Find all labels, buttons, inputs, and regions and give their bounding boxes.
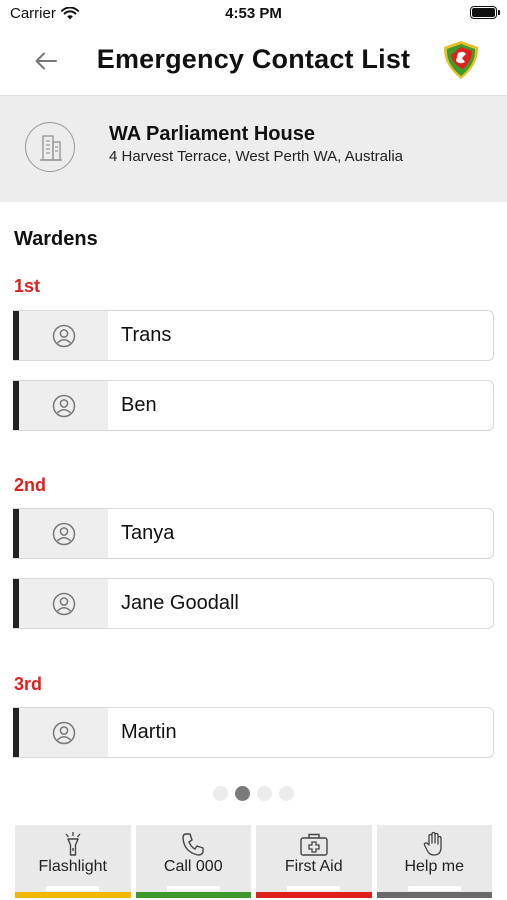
- person-icon: [52, 721, 75, 744]
- contact-card[interactable]: Trans: [13, 310, 494, 361]
- avatar: [19, 381, 108, 430]
- building-name: WA Parliament House: [109, 123, 315, 145]
- page-dot[interactable]: [213, 786, 228, 801]
- person-icon: [52, 522, 75, 545]
- page-dot-active[interactable]: [235, 786, 250, 801]
- battery-icon: [470, 6, 500, 19]
- call-000-stripe: [135, 892, 251, 898]
- person-icon: [52, 394, 75, 417]
- flashlight-button[interactable]: Flashlight: [15, 825, 131, 898]
- building-icon: [25, 122, 75, 172]
- call-000-label: Call 000: [163, 858, 223, 875]
- first-aid-button[interactable]: First Aid: [256, 825, 372, 898]
- building-header: WA Parliament House 4 Harvest Terrace, W…: [0, 95, 507, 202]
- flashlight-icon: [65, 832, 81, 856]
- contact-card[interactable]: Ben: [13, 380, 494, 431]
- avatar: [19, 579, 108, 628]
- first-aid-icon: [300, 833, 328, 856]
- contact-name: Trans: [121, 324, 172, 346]
- flashlight-label: Flashlight: [38, 858, 107, 875]
- person-icon: [52, 324, 75, 347]
- status-time: 4:53 PM: [225, 5, 282, 22]
- help-me-stripe: [376, 892, 492, 898]
- contact-card[interactable]: Jane Goodall: [13, 578, 494, 629]
- first-aid-stripe: [256, 892, 372, 898]
- call-000-button[interactable]: Call 000: [135, 825, 251, 898]
- contact-name: Martin: [121, 721, 177, 743]
- avatar: [19, 311, 108, 360]
- help-me-label: Help me: [404, 858, 465, 875]
- page-dot[interactable]: [257, 786, 272, 801]
- page-title: Emergency Contact List: [96, 44, 411, 74]
- first-aid-label: First Aid: [284, 858, 343, 875]
- group-label-1st: 1st: [14, 276, 41, 296]
- contact-name: Tanya: [121, 522, 175, 544]
- contact-name: Jane Goodall: [121, 592, 239, 614]
- nav-bar: Emergency Contact List: [0, 28, 507, 95]
- person-icon: [52, 592, 75, 615]
- building-address: 4 Harvest Terrace, West Perth WA, Austra…: [109, 148, 403, 165]
- help-me-button[interactable]: Help me: [376, 825, 492, 898]
- status-bar: Carrier 4:53 PM: [0, 0, 507, 28]
- hand-icon: [423, 831, 442, 856]
- wardens-heading: Wardens: [14, 228, 98, 250]
- page-indicator[interactable]: [0, 786, 507, 801]
- avatar: [19, 708, 108, 757]
- contact-card[interactable]: Martin: [13, 707, 494, 758]
- app-logo-icon: [443, 41, 479, 79]
- avatar: [19, 509, 108, 558]
- action-bar: Flashlight Call 000 First Aid Help me: [15, 825, 492, 898]
- page-dot[interactable]: [279, 786, 294, 801]
- group-label-3rd: 3rd: [14, 674, 43, 694]
- flashlight-stripe: [15, 892, 131, 898]
- contact-card[interactable]: Tanya: [13, 508, 494, 559]
- contact-name: Ben: [121, 394, 157, 416]
- phone-icon: [182, 833, 204, 856]
- group-label-2nd: 2nd: [14, 475, 47, 495]
